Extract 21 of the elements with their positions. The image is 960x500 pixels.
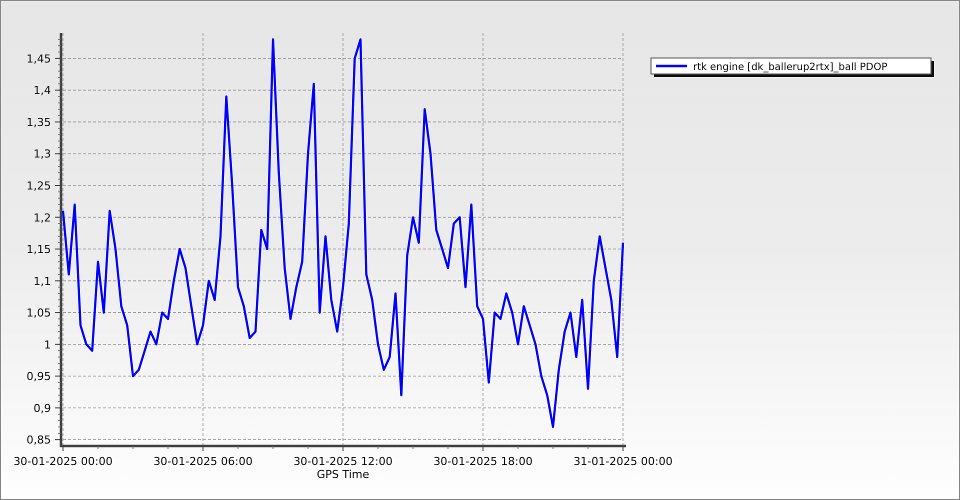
x-tick-label: 31-01-2025 00:00	[573, 455, 673, 468]
y-tick-label: 1,1	[34, 274, 51, 288]
y-tick-label: 1,35	[26, 116, 51, 129]
y-tick-label: 1,3	[34, 148, 51, 161]
y-tick-label: 1,2	[34, 211, 51, 224]
x-tick-label: 30-01-2025 00:00	[13, 455, 113, 468]
legend-label: rtk engine [dk_ballerup2rtx]_ball PDOP	[693, 62, 888, 73]
y-tick-label: 0,85	[26, 434, 51, 447]
y-tick-label: 1,05	[26, 306, 51, 320]
y-tick-label: 1,25	[26, 180, 51, 192]
legend: rtk engine [dk_ballerup2rtx]_ball PDOP	[650, 58, 934, 77]
x-tick-label: 30-01-2025 18:00	[433, 455, 533, 468]
y-tick-label: 1,4	[34, 84, 51, 98]
x-tick-label: 30-01-2025 06:00	[153, 455, 253, 468]
y-tick-label: 1	[44, 338, 51, 352]
y-tick-label: 0,9	[34, 402, 51, 415]
y-tick-label: 0,95	[26, 370, 51, 384]
x-axis-title: GPS Time	[316, 468, 370, 481]
y-tick-label: 1,15	[26, 243, 51, 256]
x-tick-label: 30-01-2025 12:00	[293, 455, 393, 468]
y-tick-label: 1,45	[26, 52, 51, 66]
